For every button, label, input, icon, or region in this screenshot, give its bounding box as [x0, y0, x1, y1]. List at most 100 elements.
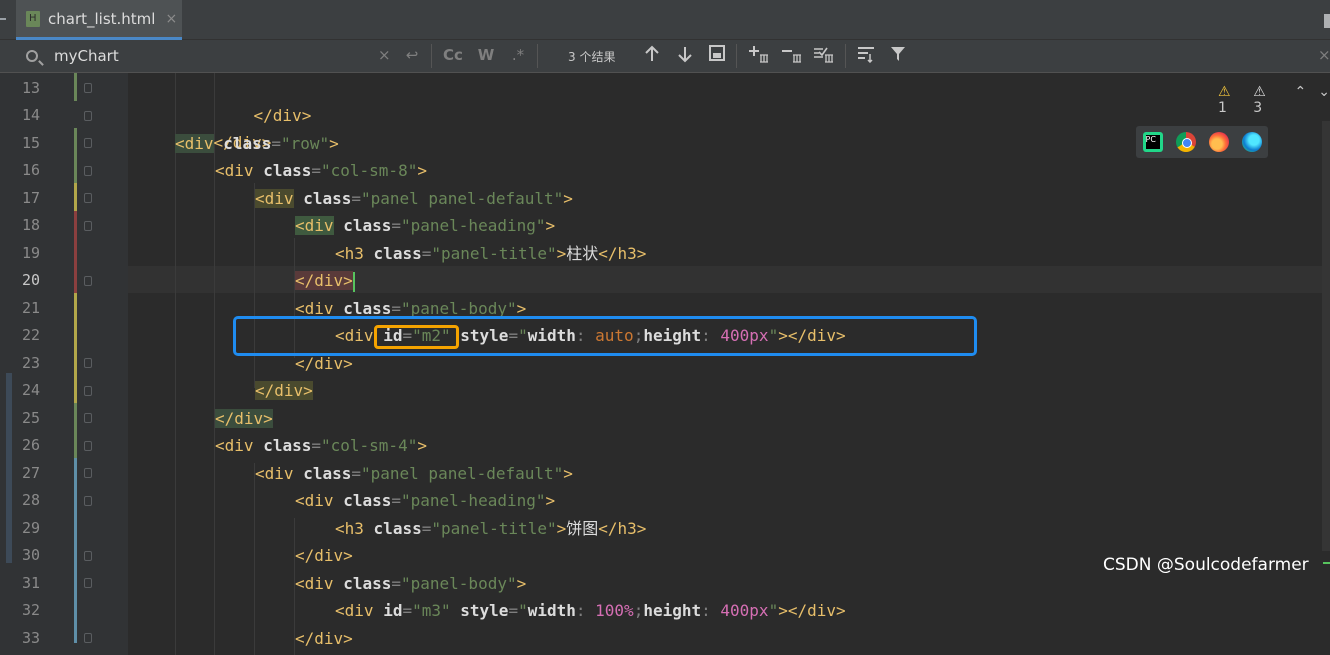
arrow-up-icon[interactable] — [642, 45, 662, 67]
select-all-occurrences-icon[interactable] — [813, 45, 835, 67]
attr-name: class — [223, 134, 272, 153]
tab-filename: chart_list.html — [48, 9, 156, 28]
warning-count-a[interactable]: ⚠ 1 — [1218, 84, 1241, 116]
clear-search-icon[interactable]: × — [378, 46, 391, 66]
attr-value: "col-sm-8" — [321, 161, 418, 180]
fold-marker[interactable] — [84, 578, 92, 588]
whole-words-button[interactable]: W — [476, 46, 496, 66]
fold-marker[interactable] — [84, 468, 92, 478]
divider — [537, 44, 538, 68]
fold-marker[interactable] — [84, 276, 92, 286]
code-line-31: <div class="panel-body"> — [295, 574, 527, 593]
line-number: 19 — [22, 244, 41, 262]
filter-icon[interactable] — [888, 45, 908, 67]
line-number: 32 — [22, 601, 41, 619]
search-icon[interactable] — [26, 50, 38, 62]
new-line-icon[interactable]: ↩ — [404, 46, 420, 66]
line-number: 22 — [22, 326, 41, 344]
vertical-scrollbar[interactable] — [1322, 121, 1330, 551]
attr-value: "panel-body" — [401, 574, 517, 593]
fold-marker[interactable] — [84, 193, 92, 203]
tag-name: div — [304, 491, 334, 510]
heading-text: 饼图 — [566, 519, 599, 538]
fold-marker[interactable] — [84, 221, 92, 231]
inspection-widget[interactable]: ⚠ 1 ⚠ 3 ⌃ ⌄ — [1218, 84, 1330, 116]
line-number: 30 — [22, 546, 41, 564]
find-bar: myChart × ↩ Cc W .* 3 个结果 × — [0, 40, 1330, 73]
tag-name: div — [224, 161, 254, 180]
attr-value: "m3" — [412, 601, 451, 620]
line-number: 24 — [22, 381, 41, 399]
warning-count-b[interactable]: ⚠ 3 — [1253, 84, 1276, 116]
vcs-change-bar — [74, 73, 77, 101]
fold-marker[interactable] — [84, 441, 92, 451]
vcs-change-bar — [74, 458, 77, 643]
line-number: 29 — [22, 519, 41, 537]
divider — [845, 44, 846, 68]
fold-marker[interactable] — [84, 496, 92, 506]
add-occurrence-icon[interactable] — [748, 45, 770, 67]
vcs-change-bar — [74, 293, 77, 403]
regex-button[interactable]: .* — [508, 46, 528, 66]
chrome-icon[interactable] — [1175, 132, 1196, 152]
attr-name: class — [343, 574, 392, 593]
css-value: 400px — [720, 601, 769, 620]
css-property: width — [527, 601, 576, 620]
match-case-button[interactable]: Cc — [442, 46, 464, 66]
closing-tag: ></div> — [778, 601, 846, 620]
arrow-down-icon[interactable] — [675, 45, 695, 67]
closing-tag: </div> — [295, 629, 353, 648]
firefox-icon[interactable] — [1208, 132, 1229, 152]
fold-marker[interactable] — [84, 413, 92, 423]
attr-name: class — [343, 216, 392, 235]
attr-value: "panel panel-default" — [361, 464, 564, 483]
attr-value: "row" — [281, 134, 330, 153]
tab-chart-list-html[interactable]: chart_list.html × — [16, 0, 182, 40]
line-number: 14 — [22, 106, 41, 124]
close-icon[interactable]: × — [165, 11, 177, 27]
closing-tag: </h3> — [598, 519, 647, 538]
line-number: 25 — [22, 409, 41, 427]
fold-marker[interactable] — [84, 83, 92, 93]
html-file-icon — [26, 10, 40, 27]
remove-occurrence-icon[interactable] — [781, 45, 803, 67]
vcs-change-bar — [74, 211, 77, 294]
attr-name: class — [303, 464, 352, 483]
css-property: height — [643, 601, 702, 620]
weak-warning-icon: ⚠ — [1253, 84, 1266, 100]
chevron-down-icon[interactable]: ⌄ — [1318, 84, 1330, 116]
search-query: myChart — [54, 47, 119, 65]
fold-marker[interactable] — [84, 551, 92, 561]
line-number: 28 — [22, 491, 41, 509]
fold-marker[interactable] — [84, 358, 92, 368]
attr-name: class — [263, 436, 312, 455]
code-line-19: <h3 class="panel-title">柱状</h3> — [335, 244, 647, 263]
vcs-change-bar — [74, 183, 77, 211]
select-all-icon[interactable] — [707, 45, 727, 67]
fold-marker[interactable] — [84, 166, 92, 176]
fold-marker[interactable] — [84, 633, 92, 643]
code-line-15: <div class="row"> — [175, 134, 339, 153]
code-line-33: </div> — [295, 625, 353, 652]
fold-marker[interactable] — [84, 111, 92, 121]
search-results-count: 3 个结果 — [568, 50, 616, 64]
code-line-17: <div class="panel panel-default"> — [255, 189, 573, 208]
line-number: 23 — [22, 354, 41, 372]
closing-tag: </div> — [295, 354, 353, 373]
close-find-bar-icon[interactable]: × — [1318, 46, 1330, 66]
fold-marker[interactable] — [84, 138, 92, 148]
chevron-up-icon[interactable]: ⌃ — [1295, 84, 1307, 116]
closing-tag: </h3> — [598, 244, 647, 263]
tab-bar-left-marker — [0, 18, 6, 20]
closing-tag: </div> — [215, 409, 273, 428]
attr-value: "col-sm-4" — [321, 436, 418, 455]
fold-marker[interactable] — [84, 386, 92, 396]
filter-settings-icon[interactable] — [856, 45, 876, 67]
code-line-14: </div> — [175, 102, 272, 152]
structure-marker — [6, 373, 12, 563]
scrollbar-change-mark — [1323, 562, 1330, 564]
line-number: 18 — [22, 216, 41, 234]
edge-icon[interactable] — [1241, 132, 1262, 152]
pycharm-icon[interactable]: PC — [1142, 132, 1163, 152]
tag-name: div — [344, 601, 374, 620]
